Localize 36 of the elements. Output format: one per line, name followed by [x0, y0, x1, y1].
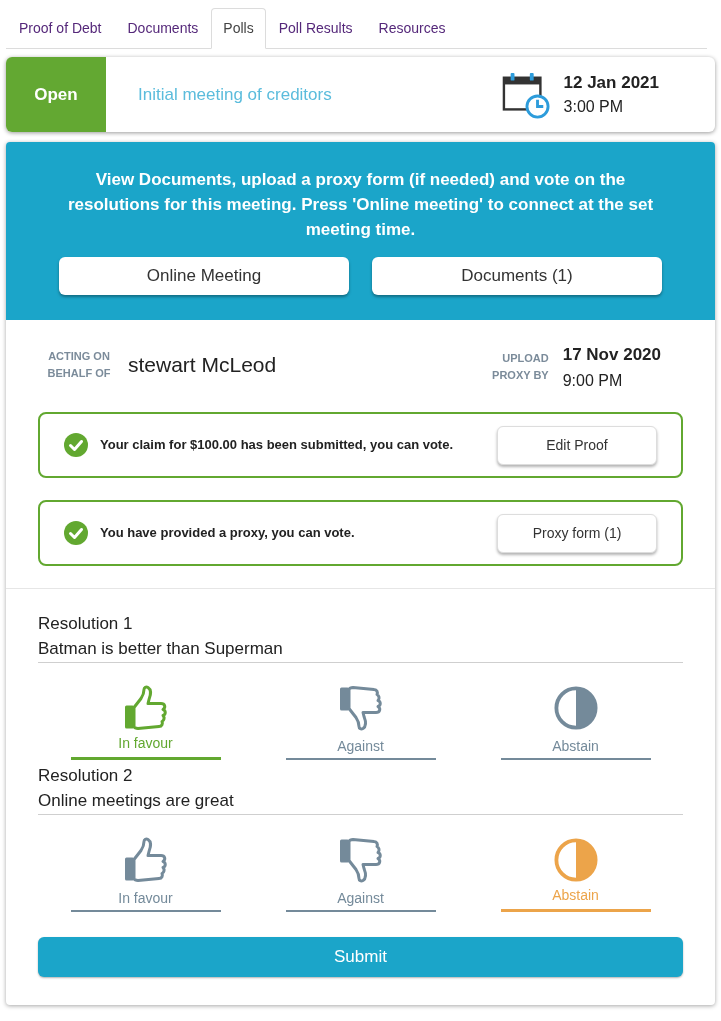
resolution-title: Resolution 1: [38, 613, 134, 635]
thumbs-down-icon: [338, 837, 383, 883]
meeting-title: Initial meeting of creditors: [138, 83, 332, 106]
proxy-deadline-label: UPLOAD PROXY BY: [491, 351, 549, 383]
notice-button[interactable]: Edit Proof: [497, 425, 657, 465]
creditor-name: stewart McLeod: [128, 352, 277, 379]
tab[interactable]: Poll Results: [265, 8, 366, 48]
meeting-date: 12 Jan 2021: [563, 71, 659, 94]
thumbs-down-icon: [338, 685, 383, 731]
tab[interactable]: Documents: [114, 8, 212, 48]
status-badge: Open: [6, 57, 106, 132]
thumbs-up-icon: [123, 837, 168, 883]
calendar-clock-icon: [501, 70, 550, 119]
tab[interactable]: Polls: [211, 8, 266, 49]
acting-label: ACTING ON BEHALF OF: [46, 349, 112, 381]
banner-button[interactable]: Online Meeting: [59, 257, 349, 295]
notice-text: You have provided a proxy, you can vote.: [100, 524, 356, 543]
thumbs-up-icon: [123, 685, 168, 731]
proxy-deadline-date: 17 Nov 2020: [562, 344, 661, 366]
resolution-text: Batman is better than Superman: [38, 636, 683, 663]
tab[interactable]: Proof of Debt: [6, 8, 115, 48]
banner-button[interactable]: Documents (1): [372, 257, 662, 295]
half-circle-icon: [553, 838, 598, 882]
vote-option[interactable]: In favour: [70, 837, 221, 912]
banner-message: View Documents, upload a proxy form (if needed) and vote on the resolutions for this meeting. Press 'Online meeting' to connect at the set meeting time.: [66, 169, 655, 241]
vote-option[interactable]: Against: [285, 837, 436, 912]
proxy-deadline-time: 9:00 PM: [562, 371, 624, 391]
vote-option[interactable]: Against: [285, 685, 436, 760]
resolution-title: Resolution 2: [38, 765, 134, 787]
vote-option[interactable]: Abstain: [500, 685, 651, 760]
resolution-text: Online meetings are great: [38, 788, 683, 815]
notice-button[interactable]: Proxy form (1): [497, 513, 657, 553]
half-circle-icon: [553, 686, 598, 730]
notice-text: Your claim for $100.00 has been submitted, you can vote.: [100, 436, 455, 455]
tab[interactable]: Resources: [365, 8, 459, 48]
meeting-time: 3:00 PM: [563, 96, 625, 117]
